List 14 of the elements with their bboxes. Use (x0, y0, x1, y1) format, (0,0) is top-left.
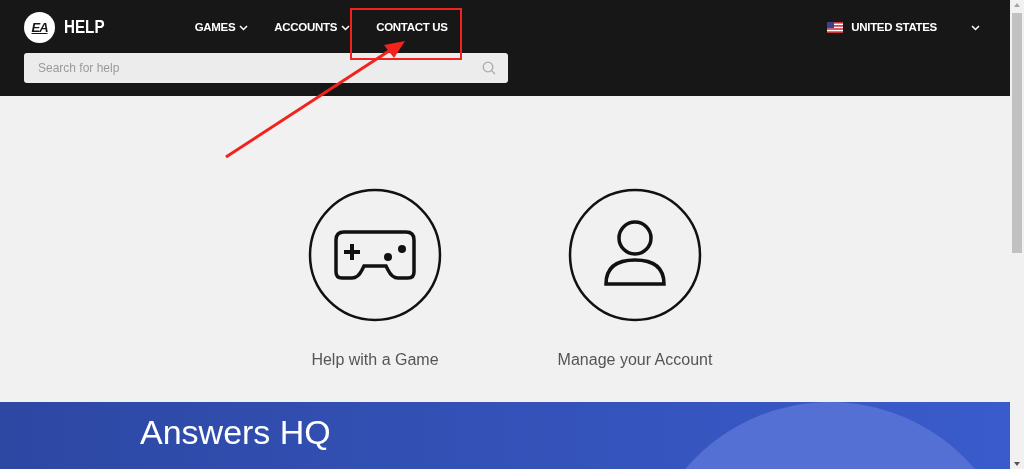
search-input[interactable]: Search for help (36, 58, 482, 78)
region-selector[interactable]: UNITED STATES (827, 18, 980, 37)
tile-label[interactable]: Manage your Account (557, 348, 713, 372)
logo[interactable]: EA (24, 12, 55, 43)
flag-icon (827, 22, 844, 33)
nav-link[interactable]: GAMES (194, 18, 249, 37)
person-icon[interactable] (568, 188, 702, 322)
gamepad-icon[interactable] (308, 188, 442, 322)
tile-label[interactable]: Help with a Game (311, 348, 439, 372)
banner-title: Answers HQ (140, 412, 331, 453)
brand-title: HELP (64, 15, 105, 40)
nav-link[interactable]: CONTACT US (376, 18, 448, 37)
search-field[interactable]: Search for help (24, 53, 508, 83)
nav-link[interactable]: ACCOUNTS (274, 18, 351, 37)
